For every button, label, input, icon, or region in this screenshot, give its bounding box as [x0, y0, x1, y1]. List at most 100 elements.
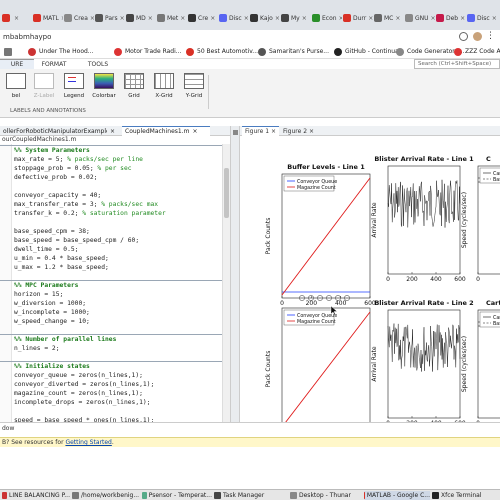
- browser-tab[interactable]: Durr ×: [343, 8, 373, 28]
- close-icon[interactable]: ×: [492, 15, 497, 22]
- close-icon[interactable]: ×: [395, 15, 400, 22]
- close-icon[interactable]: ×: [110, 128, 115, 135]
- close-icon[interactable]: ×: [302, 15, 307, 22]
- taskbar-item-label: LINE BALANCING P...: [8, 492, 70, 499]
- label-button[interactable]: bel: [2, 73, 30, 107]
- browser-tab[interactable]: Crea ×: [64, 8, 94, 28]
- grid-button[interactable]: Grid: [120, 73, 148, 107]
- taskbar-item[interactable]: /home/workbenig...: [72, 491, 140, 500]
- bookmark-label: 50 Best Automotiv...: [197, 48, 259, 55]
- bookmark-item[interactable]: Samaritan's Purse...: [258, 46, 329, 57]
- browser-tab[interactable]: Pars ×: [95, 8, 125, 28]
- browser-tab[interactable]: My ×: [281, 8, 311, 28]
- taskbar-item[interactable]: Desktop - Thunar: [290, 491, 362, 500]
- avatar[interactable]: [473, 32, 482, 41]
- getting-started-link[interactable]: Getting Started: [65, 439, 111, 446]
- close-icon[interactable]: ×: [368, 15, 373, 22]
- close-icon[interactable]: ×: [339, 15, 342, 22]
- tab-format[interactable]: FORMAT: [36, 59, 72, 69]
- close-icon[interactable]: ×: [148, 15, 153, 22]
- figure-canvas[interactable]: Buffer Levels - Line 1 Pack Counts 0 200 400…: [240, 136, 500, 439]
- editor-tab-coupled[interactable]: CoupledMachines1.m ×: [122, 126, 210, 136]
- colorbar-button[interactable]: Colorbar: [90, 73, 118, 107]
- search-input[interactable]: Search (Ctrl+Shift+Space): [414, 59, 500, 69]
- favicon-icon: [250, 14, 258, 22]
- browser-tab[interactable]: MATL×: [33, 8, 63, 28]
- figure-tab-strip: Figure 1 × Figure 2 ×: [240, 126, 500, 136]
- bookmark-item[interactable]: ZZZ Code AI - Fini...: [454, 46, 500, 57]
- close-icon[interactable]: ×: [90, 15, 94, 22]
- browser-tab[interactable]: Disc ×: [467, 8, 497, 28]
- close-icon[interactable]: ×: [431, 15, 435, 22]
- scrollbar-thumb[interactable]: [224, 168, 229, 218]
- browser-tab[interactable]: Disc ×: [219, 8, 249, 28]
- bookmark-item[interactable]: 50 Best Automotiv...: [186, 46, 258, 57]
- tab-tools[interactable]: TOOLS: [80, 59, 116, 69]
- x-grid-button[interactable]: X-Grid: [150, 73, 178, 107]
- close-icon[interactable]: ×: [309, 128, 314, 135]
- browser-tab[interactable]: MD ×: [126, 8, 156, 28]
- code-line: dwell_time = 0.5;: [14, 246, 79, 253]
- chart-title: Blister Arrival Rate - Line 1: [374, 155, 474, 163]
- close-icon[interactable]: ×: [244, 15, 249, 22]
- bookmark-item[interactable]: Motor Trade Radi...: [114, 46, 182, 57]
- browser-tab[interactable]: Cre ×: [188, 8, 218, 28]
- tab-figure[interactable]: URE: [0, 59, 34, 69]
- tab-figure-1[interactable]: Figure 1 ×: [242, 126, 280, 136]
- address-bar[interactable]: mbabmhaypo ⋮: [0, 30, 500, 44]
- x-tick-label: 0: [476, 276, 480, 283]
- y-axis-label: Speed (cycles/sec): [461, 192, 468, 248]
- bookmark-square-icon[interactable]: [4, 46, 12, 57]
- editor-tab-mlx[interactable]: ollerForRoboticManipulatorExample.mlx ×: [0, 126, 120, 136]
- bookmark-item[interactable]: Under The Hood...: [28, 46, 94, 57]
- command-window[interactable]: dow: [0, 422, 500, 437]
- favicon-icon: [157, 14, 165, 22]
- panel-splitter[interactable]: [230, 126, 240, 422]
- x-grid-icon: [154, 73, 174, 89]
- app-icon: [432, 492, 439, 499]
- close-icon[interactable]: ×: [61, 15, 63, 22]
- browser-tab-label: Disc: [477, 14, 490, 22]
- more-menu-icon[interactable]: ⋮: [486, 31, 495, 41]
- y-grid-button[interactable]: Y-Grid: [180, 73, 208, 107]
- taskbar-item[interactable]: LINE BALANCING P...: [2, 491, 70, 500]
- browser-tab[interactable]: GNU ×: [405, 8, 435, 28]
- close-icon[interactable]: ×: [210, 15, 215, 22]
- code-line: conveyor_diverted = zeros(n_lines,1);: [14, 381, 155, 388]
- close-icon[interactable]: ×: [192, 128, 197, 135]
- desktop-background: [0, 447, 500, 489]
- extension-icon[interactable]: [459, 32, 468, 41]
- code-line: max_rate = 5; % packs/sec per line: [14, 156, 143, 163]
- taskbar-item[interactable]: Task Manager: [214, 491, 288, 500]
- legend-button[interactable]: Legend: [60, 73, 88, 107]
- code-line: u_min = 0.4 * base_speed;: [14, 255, 109, 262]
- axes-frame: [387, 309, 461, 419]
- code-line: base_speed = base_speed_cpm / 60;: [14, 237, 140, 244]
- favicon-icon: [188, 14, 196, 22]
- browser-tab[interactable]: Econ ×: [312, 8, 342, 28]
- close-icon[interactable]: ×: [460, 15, 465, 22]
- z-label-button[interactable]: Z-Label: [30, 73, 58, 107]
- taskbar-item[interactable]: MATLAB - Google C...: [364, 491, 430, 500]
- close-icon[interactable]: ×: [180, 15, 185, 22]
- close-icon[interactable]: ×: [120, 15, 125, 22]
- taskbar-item[interactable]: Xfce Terminal: [432, 491, 498, 500]
- panel-toggle-icon[interactable]: [233, 130, 238, 135]
- taskbar-item-label: Psensor - Temperat...: [148, 492, 212, 499]
- browser-tab[interactable]: Deb ×: [436, 8, 466, 28]
- editor-scrollbar[interactable]: [222, 144, 230, 422]
- tab-figure-2[interactable]: Figure 2 ×: [280, 126, 317, 136]
- browser-tab[interactable]: MC ×: [374, 8, 404, 28]
- chart-title: Buffer Levels - Line 1: [287, 163, 365, 171]
- browser-tab[interactable]: ×: [2, 8, 32, 28]
- close-icon[interactable]: ×: [275, 15, 280, 22]
- y-axis-label: Speed (cycles/sec): [461, 336, 468, 392]
- command-window-label: dow: [2, 425, 15, 432]
- bookmark-item[interactable]: GitHub - Continua...: [334, 46, 404, 57]
- close-icon[interactable]: ×: [14, 15, 19, 22]
- code-editor[interactable]: %% System Parameters max_rate = 5; % pack…: [0, 144, 230, 422]
- close-icon[interactable]: ×: [271, 128, 276, 135]
- browser-tab[interactable]: Met ×: [157, 8, 187, 28]
- taskbar-item[interactable]: Psensor - Temperat...: [142, 491, 212, 500]
- browser-tab[interactable]: Kajo ×: [250, 8, 280, 28]
